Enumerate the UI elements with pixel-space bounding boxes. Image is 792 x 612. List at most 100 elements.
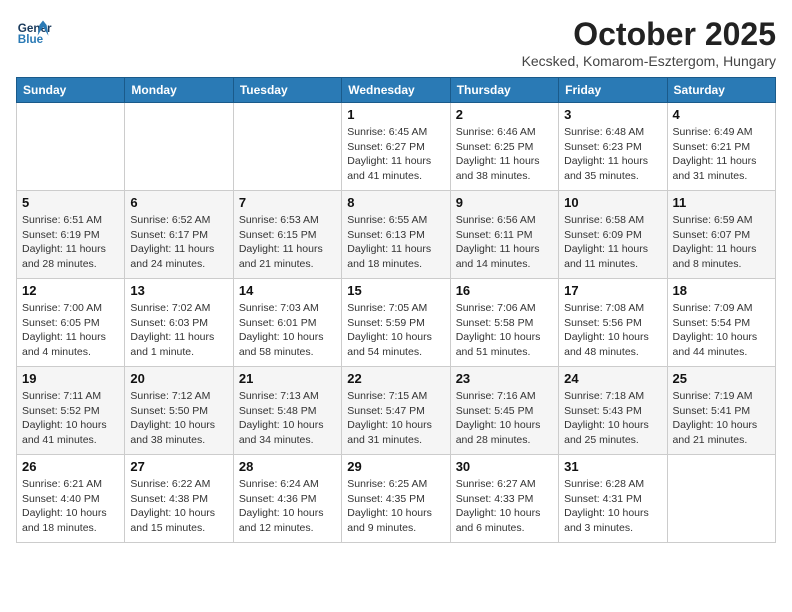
week-row-2: 5 Sunrise: 6:51 AM Sunset: 6:19 PM Daylig… <box>17 191 776 279</box>
day-info: Sunrise: 6:46 AM Sunset: 6:25 PM Dayligh… <box>456 125 553 184</box>
day-number: 19 <box>22 371 119 386</box>
day-info: Sunrise: 6:53 AM Sunset: 6:15 PM Dayligh… <box>239 213 336 272</box>
day-info: Sunrise: 7:00 AM Sunset: 6:05 PM Dayligh… <box>22 301 119 360</box>
title-block: October 2025 Kecsked, Komarom-Esztergom,… <box>522 16 776 69</box>
day-info: Sunrise: 7:18 AM Sunset: 5:43 PM Dayligh… <box>564 389 661 448</box>
day-cell-10: 10 Sunrise: 6:58 AM Sunset: 6:09 PM Dayli… <box>559 191 667 279</box>
day-info: Sunrise: 7:03 AM Sunset: 6:01 PM Dayligh… <box>239 301 336 360</box>
day-number: 23 <box>456 371 553 386</box>
day-number: 27 <box>130 459 227 474</box>
day-number: 29 <box>347 459 444 474</box>
day-info: Sunrise: 7:05 AM Sunset: 5:59 PM Dayligh… <box>347 301 444 360</box>
day-number: 13 <box>130 283 227 298</box>
day-number: 1 <box>347 107 444 122</box>
day-cell-2: 2Sunrise: 6:46 AM Sunset: 6:25 PM Daylig… <box>450 103 558 191</box>
calendar-header-row: SundayMondayTuesdayWednesdayThursdayFrid… <box>17 78 776 103</box>
day-cell-24: 24 Sunrise: 7:18 AM Sunset: 5:43 PM Dayli… <box>559 367 667 455</box>
day-number: 12 <box>22 283 119 298</box>
day-cell-4: 4 Sunrise: 6:49 AM Sunset: 6:21 PM Daylig… <box>667 103 775 191</box>
day-number: 20 <box>130 371 227 386</box>
day-info: Sunrise: 7:19 AM Sunset: 5:41 PM Dayligh… <box>673 389 770 448</box>
day-number: 25 <box>673 371 770 386</box>
day-info: Sunrise: 6:45 AM Sunset: 6:27 PM Dayligh… <box>347 125 444 184</box>
day-number: 3 <box>564 107 661 122</box>
day-info: Sunrise: 7:12 AM Sunset: 5:50 PM Dayligh… <box>130 389 227 448</box>
day-cell-25: 25 Sunrise: 7:19 AM Sunset: 5:41 PM Dayli… <box>667 367 775 455</box>
day-cell-5: 5 Sunrise: 6:51 AM Sunset: 6:19 PM Daylig… <box>17 191 125 279</box>
day-info: Sunrise: 7:06 AM Sunset: 5:58 PM Dayligh… <box>456 301 553 360</box>
day-info: Sunrise: 6:52 AM Sunset: 6:17 PM Dayligh… <box>130 213 227 272</box>
week-row-1: 1 Sunrise: 6:45 AM Sunset: 6:27 PM Daylig… <box>17 103 776 191</box>
empty-cell <box>125 103 233 191</box>
day-info: Sunrise: 6:55 AM Sunset: 6:13 PM Dayligh… <box>347 213 444 272</box>
day-number: 18 <box>673 283 770 298</box>
day-cell-26: 26 Sunrise: 6:21 AM Sunset: 4:40 PM Dayli… <box>17 455 125 543</box>
day-number: 28 <box>239 459 336 474</box>
empty-cell <box>17 103 125 191</box>
day-number: 16 <box>456 283 553 298</box>
column-header-monday: Monday <box>125 78 233 103</box>
day-info: Sunrise: 6:22 AM Sunset: 4:38 PM Dayligh… <box>130 477 227 536</box>
day-cell-3: 3 Sunrise: 6:48 AM Sunset: 6:23 PM Daylig… <box>559 103 667 191</box>
column-header-friday: Friday <box>559 78 667 103</box>
day-cell-23: 23 Sunrise: 7:16 AM Sunset: 5:45 PM Dayli… <box>450 367 558 455</box>
day-number: 31 <box>564 459 661 474</box>
day-cell-30: 30 Sunrise: 6:27 AM Sunset: 4:33 PM Dayli… <box>450 455 558 543</box>
column-header-wednesday: Wednesday <box>342 78 450 103</box>
day-cell-6: 6Sunrise: 6:52 AM Sunset: 6:17 PM Daylig… <box>125 191 233 279</box>
day-number: 17 <box>564 283 661 298</box>
logo: General Blue <box>16 16 52 52</box>
day-number: 24 <box>564 371 661 386</box>
day-cell-28: 28 Sunrise: 6:24 AM Sunset: 4:36 PM Dayli… <box>233 455 341 543</box>
column-header-saturday: Saturday <box>667 78 775 103</box>
day-cell-18: 18 Sunrise: 7:09 AM Sunset: 5:54 PM Dayli… <box>667 279 775 367</box>
day-info: Sunrise: 6:28 AM Sunset: 4:31 PM Dayligh… <box>564 477 661 536</box>
day-cell-21: 21Sunrise: 7:13 AM Sunset: 5:48 PM Dayli… <box>233 367 341 455</box>
day-info: Sunrise: 6:25 AM Sunset: 4:35 PM Dayligh… <box>347 477 444 536</box>
day-number: 7 <box>239 195 336 210</box>
page-header: General Blue October 2025 Kecsked, Komar… <box>16 16 776 69</box>
day-number: 22 <box>347 371 444 386</box>
month-title: October 2025 <box>522 16 776 53</box>
day-number: 4 <box>673 107 770 122</box>
logo-icon: General Blue <box>16 16 52 52</box>
day-info: Sunrise: 6:24 AM Sunset: 4:36 PM Dayligh… <box>239 477 336 536</box>
day-info: Sunrise: 6:51 AM Sunset: 6:19 PM Dayligh… <box>22 213 119 272</box>
day-cell-31: 31 Sunrise: 6:28 AM Sunset: 4:31 PM Dayli… <box>559 455 667 543</box>
day-number: 30 <box>456 459 553 474</box>
day-info: Sunrise: 6:59 AM Sunset: 6:07 PM Dayligh… <box>673 213 770 272</box>
day-info: Sunrise: 6:27 AM Sunset: 4:33 PM Dayligh… <box>456 477 553 536</box>
day-info: Sunrise: 6:49 AM Sunset: 6:21 PM Dayligh… <box>673 125 770 184</box>
day-cell-11: 11 Sunrise: 6:59 AM Sunset: 6:07 PM Dayli… <box>667 191 775 279</box>
day-cell-8: 8 Sunrise: 6:55 AM Sunset: 6:13 PM Daylig… <box>342 191 450 279</box>
column-header-thursday: Thursday <box>450 78 558 103</box>
day-cell-20: 20 Sunrise: 7:12 AM Sunset: 5:50 PM Dayli… <box>125 367 233 455</box>
day-number: 8 <box>347 195 444 210</box>
day-info: Sunrise: 6:56 AM Sunset: 6:11 PM Dayligh… <box>456 213 553 272</box>
week-row-5: 26 Sunrise: 6:21 AM Sunset: 4:40 PM Dayli… <box>17 455 776 543</box>
day-number: 14 <box>239 283 336 298</box>
day-number: 21 <box>239 371 336 386</box>
day-info: Sunrise: 6:48 AM Sunset: 6:23 PM Dayligh… <box>564 125 661 184</box>
day-info: Sunrise: 7:09 AM Sunset: 5:54 PM Dayligh… <box>673 301 770 360</box>
day-cell-14: 14 Sunrise: 7:03 AM Sunset: 6:01 PM Dayli… <box>233 279 341 367</box>
day-cell-15: 15Sunrise: 7:05 AM Sunset: 5:59 PM Dayli… <box>342 279 450 367</box>
day-cell-19: 19Sunrise: 7:11 AM Sunset: 5:52 PM Dayli… <box>17 367 125 455</box>
day-info: Sunrise: 6:21 AM Sunset: 4:40 PM Dayligh… <box>22 477 119 536</box>
day-number: 5 <box>22 195 119 210</box>
day-cell-1: 1 Sunrise: 6:45 AM Sunset: 6:27 PM Daylig… <box>342 103 450 191</box>
day-info: Sunrise: 7:16 AM Sunset: 5:45 PM Dayligh… <box>456 389 553 448</box>
svg-text:Blue: Blue <box>18 33 44 46</box>
day-cell-12: 12 Sunrise: 7:00 AM Sunset: 6:05 PM Dayli… <box>17 279 125 367</box>
week-row-4: 19Sunrise: 7:11 AM Sunset: 5:52 PM Dayli… <box>17 367 776 455</box>
day-cell-13: 13Sunrise: 7:02 AM Sunset: 6:03 PM Dayli… <box>125 279 233 367</box>
day-info: Sunrise: 6:58 AM Sunset: 6:09 PM Dayligh… <box>564 213 661 272</box>
day-number: 10 <box>564 195 661 210</box>
column-header-tuesday: Tuesday <box>233 78 341 103</box>
week-row-3: 12 Sunrise: 7:00 AM Sunset: 6:05 PM Dayli… <box>17 279 776 367</box>
day-cell-27: 27 Sunrise: 6:22 AM Sunset: 4:38 PM Dayli… <box>125 455 233 543</box>
day-number: 11 <box>673 195 770 210</box>
day-number: 26 <box>22 459 119 474</box>
day-info: Sunrise: 7:08 AM Sunset: 5:56 PM Dayligh… <box>564 301 661 360</box>
empty-cell <box>233 103 341 191</box>
